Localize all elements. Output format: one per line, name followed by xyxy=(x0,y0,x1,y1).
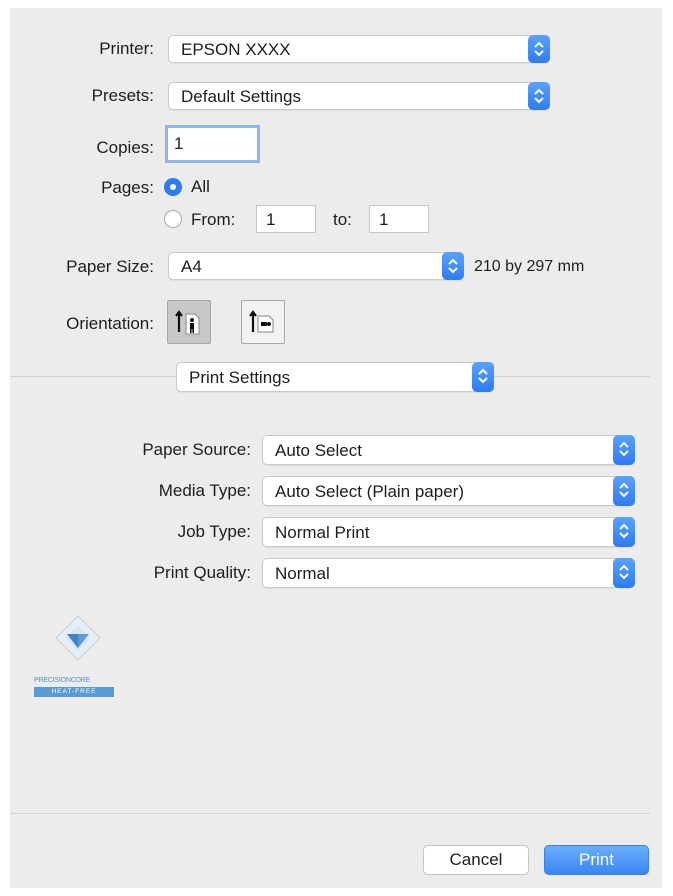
pages-all-radio[interactable] xyxy=(164,178,182,196)
print-quality-popup[interactable]: Normal xyxy=(262,558,635,588)
copies-label: Copies: xyxy=(96,138,154,157)
chevron-updown-icon xyxy=(528,82,550,110)
paper-size-label: Paper Size: xyxy=(66,257,154,276)
chevron-updown-icon xyxy=(442,252,464,280)
section-menu-popup[interactable]: Print Settings xyxy=(176,362,494,392)
pages-range-radio[interactable] xyxy=(164,210,182,228)
printer-value: EPSON XXXX xyxy=(181,40,291,59)
print-quality-value: Normal xyxy=(275,564,330,583)
pages-from-field[interactable]: 1 xyxy=(256,205,316,233)
pages-to-field[interactable]: 1 xyxy=(369,205,429,233)
copies-value: 1 xyxy=(174,134,184,153)
precisioncore-logo: PRECISIONCORE HEAT-FREE xyxy=(34,612,118,704)
presets-label: Presets: xyxy=(91,86,154,105)
paper-size-popup[interactable]: A4 xyxy=(168,252,464,280)
chevron-updown-icon xyxy=(472,362,494,392)
printer-label: Printer: xyxy=(99,39,154,58)
chevron-updown-icon xyxy=(613,517,635,547)
presets-popup[interactable]: Default Settings xyxy=(168,82,550,110)
pages-to-label: to: xyxy=(333,210,352,229)
precisioncore-text: PRECISIONCORE xyxy=(34,677,91,684)
paper-source-popup[interactable]: Auto Select xyxy=(262,435,635,465)
orientation-label: Orientation: xyxy=(66,314,154,333)
pages-all-label: All xyxy=(191,177,210,196)
cancel-button[interactable]: Cancel xyxy=(423,845,529,875)
copies-field[interactable]: 1 xyxy=(165,125,260,163)
print-button[interactable]: Print xyxy=(544,845,649,875)
landscape-icon xyxy=(249,310,274,333)
pages-from-label: From: xyxy=(191,210,236,229)
paper-source-value: Auto Select xyxy=(275,441,362,460)
chevron-updown-icon xyxy=(528,35,550,63)
pages-label: Pages: xyxy=(101,178,154,197)
precisioncore-diamond-icon xyxy=(55,615,101,661)
paper-size-dimensions: 210 by 297 mm xyxy=(474,258,585,275)
paper-size-value: A4 xyxy=(181,257,202,276)
presets-value: Default Settings xyxy=(181,87,302,106)
pages-to-value: 1 xyxy=(379,210,389,229)
heat-free-badge: HEAT-FREE xyxy=(34,687,114,697)
portrait-orientation-button[interactable] xyxy=(167,300,211,344)
pages-from-value: 1 xyxy=(266,210,276,229)
print-quality-label: Print Quality: xyxy=(153,563,251,582)
chevron-updown-icon xyxy=(613,435,635,465)
paper-source-label: Paper Source: xyxy=(142,440,251,459)
landscape-orientation-button[interactable] xyxy=(241,300,285,344)
job-type-popup[interactable]: Normal Print xyxy=(262,517,635,547)
footer-divider xyxy=(10,813,650,814)
job-type-label: Job Type: xyxy=(177,522,251,541)
chevron-updown-icon xyxy=(613,476,635,506)
media-type-value: Auto Select (Plain paper) xyxy=(275,482,464,501)
printer-popup[interactable]: EPSON XXXX xyxy=(168,35,550,63)
job-type-value: Normal Print xyxy=(275,523,370,542)
portrait-icon xyxy=(175,310,200,335)
media-type-label: Media Type: xyxy=(158,481,251,500)
chevron-updown-icon xyxy=(613,558,635,588)
media-type-popup[interactable]: Auto Select (Plain paper) xyxy=(262,476,635,506)
section-menu-value: Print Settings xyxy=(189,368,291,387)
